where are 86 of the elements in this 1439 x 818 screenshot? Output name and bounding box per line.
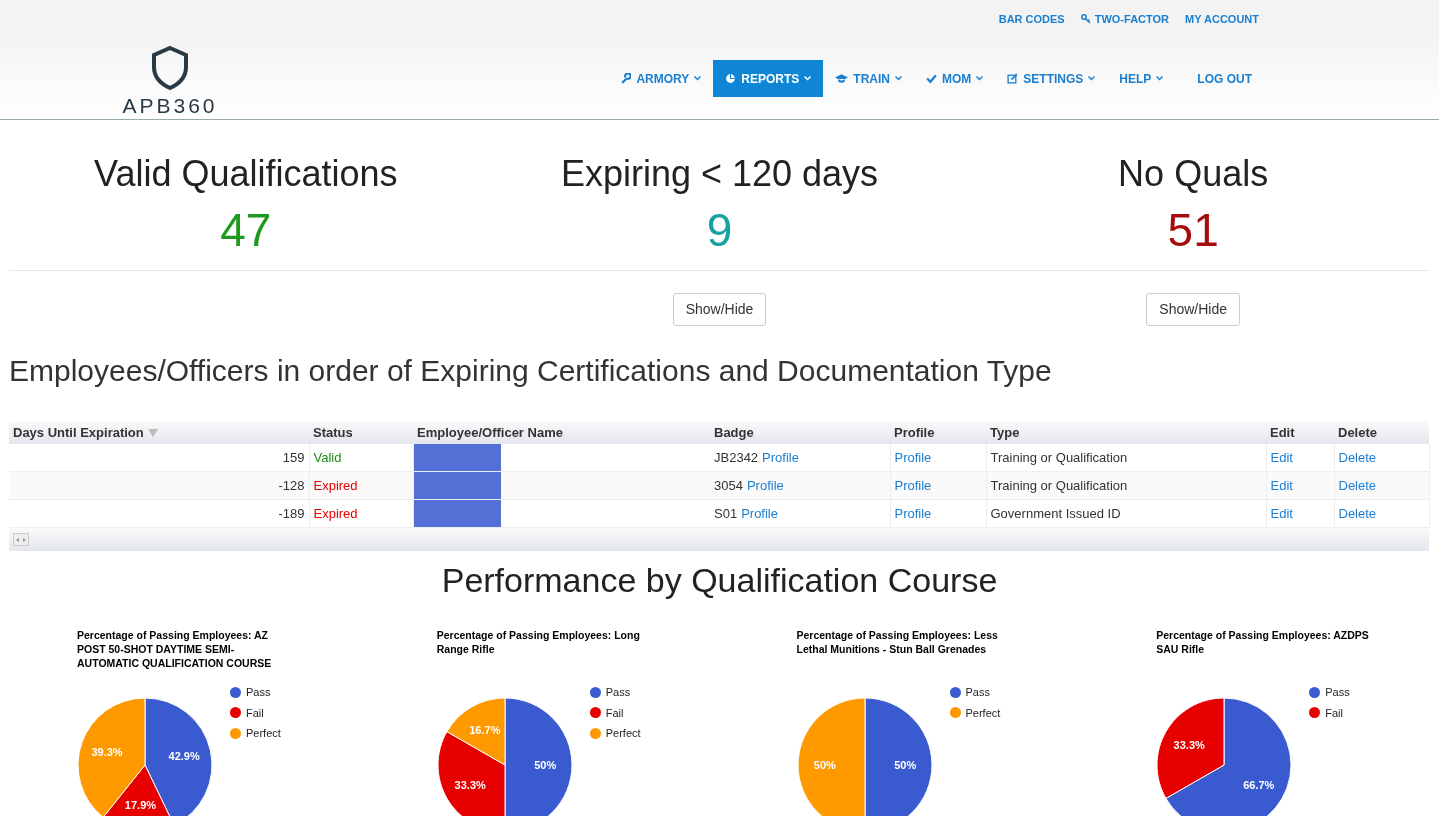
profile-link[interactable]: Profile bbox=[741, 505, 778, 521]
legend-label: Fail bbox=[605, 705, 624, 721]
slice-label: 17.9% bbox=[124, 798, 157, 811]
column-header: Badge bbox=[714, 423, 754, 442]
nav-tab[interactable]: MOM bbox=[913, 60, 996, 97]
nav-tab[interactable]: ARMORY bbox=[608, 60, 714, 97]
legend-label: Fail bbox=[246, 705, 264, 721]
sort-arrow-icon[interactable] bbox=[147, 428, 158, 437]
status-text: Expired bbox=[313, 477, 358, 493]
column-header[interactable]: Days Until Expiration bbox=[13, 422, 144, 443]
table-cell: 3054 bbox=[714, 477, 743, 493]
logo-text: APB360 bbox=[122, 95, 218, 116]
legend-label: Perfect bbox=[246, 726, 281, 741]
top-link[interactable]: BAR CODES bbox=[998, 10, 1065, 28]
legend-label: Perfect bbox=[965, 705, 1001, 721]
nav-tab[interactable]: TRAIN bbox=[823, 60, 914, 97]
stat-value: 47 bbox=[220, 203, 272, 258]
edit-link[interactable]: Edit bbox=[1270, 477, 1293, 493]
slice-label: 16.7% bbox=[469, 724, 501, 737]
status-text: Valid bbox=[313, 449, 342, 465]
status-text: Expired bbox=[313, 505, 358, 521]
table-cell: Training or Qualification bbox=[990, 449, 1128, 465]
column-header: Delete bbox=[1338, 423, 1378, 442]
legend-label: Pass bbox=[1325, 685, 1350, 700]
slice-label: 33.3% bbox=[1173, 738, 1206, 751]
delete-link[interactable]: Delete bbox=[1338, 505, 1377, 521]
column-header: Status bbox=[313, 423, 353, 442]
edit-icon bbox=[1007, 73, 1019, 84]
shield-logo-icon bbox=[150, 45, 190, 91]
delete-link[interactable]: Delete bbox=[1338, 477, 1377, 493]
top-link[interactable]: MY ACCOUNT bbox=[1185, 10, 1259, 28]
legend-label: Pass bbox=[965, 685, 990, 700]
wrench-icon bbox=[620, 73, 632, 84]
profile-link[interactable]: Profile bbox=[894, 449, 932, 465]
legend-label: Pass bbox=[605, 685, 631, 700]
table-cell: Government Issued ID bbox=[990, 505, 1121, 521]
delete-link[interactable]: Delete bbox=[1338, 449, 1377, 465]
nav-tab[interactable]: REPORTS bbox=[713, 60, 824, 97]
pie-chart-icon bbox=[725, 73, 737, 84]
column-header: Profile bbox=[894, 423, 935, 442]
profile-link[interactable]: Profile bbox=[746, 477, 784, 493]
slice-label: 50% bbox=[813, 759, 836, 771]
scroll-arrows-icon[interactable] bbox=[13, 533, 29, 546]
table-cell: 159 bbox=[282, 449, 305, 465]
nav-tab[interactable]: SETTINGS bbox=[995, 60, 1108, 97]
stat-title: Expiring < 120 days bbox=[560, 152, 879, 196]
table-cell: -128 bbox=[278, 477, 305, 493]
profile-link[interactable]: Profile bbox=[894, 505, 932, 521]
chart-title: Percentage of Passing Employees: Long Range Rifle bbox=[436, 628, 641, 656]
edit-link[interactable]: Edit bbox=[1270, 505, 1293, 521]
edit-link[interactable]: Edit bbox=[1270, 449, 1293, 465]
checkmark-icon bbox=[925, 73, 937, 84]
nav-tab[interactable]: LOG OUT bbox=[1185, 60, 1264, 97]
table-heading: Employees/Officers in order of Expiring Certifications and Documentation Type bbox=[9, 353, 1053, 389]
stat-value: 9 bbox=[706, 203, 733, 258]
show-hide-button[interactable]: Show/Hide bbox=[672, 293, 767, 326]
slice-label: 33.3% bbox=[454, 779, 486, 792]
table-cell: S01 bbox=[714, 505, 738, 521]
slice-label: 66.7% bbox=[1243, 779, 1275, 792]
slice-label: 42.9% bbox=[168, 750, 200, 763]
column-header: Edit bbox=[1270, 423, 1295, 442]
chart-title: Percentage of Passing Employees: AZDPS SAU Rifle bbox=[1156, 628, 1370, 656]
table-cell: JB2342 bbox=[714, 449, 759, 465]
graduation-cap-icon bbox=[835, 73, 849, 84]
top-link[interactable]: TWO-FACTOR bbox=[1080, 10, 1170, 28]
nav-tab[interactable]: HELP bbox=[1107, 60, 1176, 97]
stat-value: 51 bbox=[1167, 203, 1219, 258]
stat-title: No Quals bbox=[1118, 152, 1269, 196]
slice-label: 50% bbox=[533, 759, 556, 771]
legend-label: Perfect bbox=[605, 726, 641, 741]
table-cell: -189 bbox=[278, 505, 305, 521]
legend-label: Pass bbox=[246, 685, 271, 700]
section-heading: Performance by Qualification Course bbox=[440, 560, 999, 601]
stat-title: Valid Qualifications bbox=[94, 152, 398, 196]
show-hide-button[interactable]: Show/Hide bbox=[1146, 293, 1240, 326]
table-cell: Training or Qualification bbox=[990, 477, 1128, 493]
slice-label: 50% bbox=[893, 759, 916, 771]
slice-label: 39.3% bbox=[91, 745, 123, 758]
legend-label: Fail bbox=[1325, 705, 1343, 721]
profile-link[interactable]: Profile bbox=[894, 477, 932, 493]
profile-link[interactable]: Profile bbox=[762, 449, 799, 465]
column-header: Type bbox=[990, 423, 1020, 442]
column-header: Employee/Officer Name bbox=[417, 423, 563, 442]
chart-title: Percentage of Passing Employees: AZ POST 50-SHOT DAYTIME SEMI-AUTOMATIC QUALIFICATION COURSE bbox=[77, 628, 273, 670]
chart-title: Percentage of Passing Employees: Less Lethal Munitions - Stun Ball Grenades bbox=[796, 628, 999, 656]
key-icon bbox=[1080, 14, 1091, 24]
